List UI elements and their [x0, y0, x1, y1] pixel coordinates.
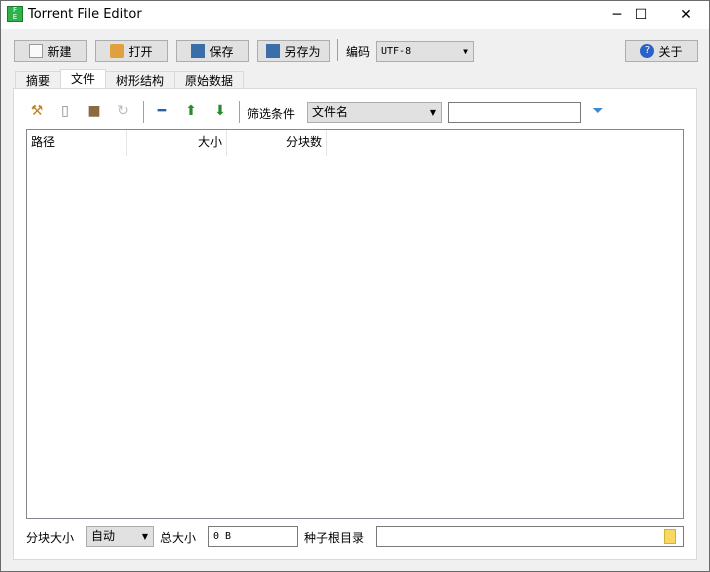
- maximize-button[interactable]: ☐: [618, 1, 664, 29]
- encoding-value: UTF-8: [381, 46, 412, 57]
- save-as-label: 另存为: [284, 44, 321, 59]
- root-dir-label: 种子根目录: [304, 531, 365, 545]
- title-bar: FE Torrent File Editor ─ ☐ ✕: [1, 1, 709, 29]
- refresh-icon[interactable]: ↻: [114, 101, 132, 121]
- filter-field-select[interactable]: 文件名 ▼: [307, 102, 442, 123]
- total-size-field: 0 B: [208, 526, 298, 547]
- add-folder-icon[interactable]: ■: [85, 101, 103, 121]
- piece-size-label: 分块大小: [26, 531, 75, 545]
- about-button[interactable]: ? 关于: [625, 40, 698, 62]
- folder-browse-icon[interactable]: [664, 529, 676, 544]
- about-label: 关于: [658, 44, 683, 59]
- open-button[interactable]: 打开: [95, 40, 168, 62]
- save-label: 保存: [209, 44, 234, 59]
- window-title: Torrent File Editor: [28, 7, 142, 22]
- divider: [337, 39, 338, 61]
- encoding-label: 编码: [346, 45, 371, 59]
- floppy-icon: [191, 44, 206, 58]
- help-icon: ?: [640, 44, 655, 58]
- column-header-pieces[interactable]: 分块数: [227, 130, 327, 156]
- folder-icon: [110, 44, 125, 58]
- move-down-icon[interactable]: ⬇: [211, 101, 229, 121]
- floppy-icon: [266, 44, 281, 58]
- divider: [143, 101, 144, 123]
- hammer-icon[interactable]: ⚒: [28, 101, 46, 121]
- piece-size-value: 自动: [91, 529, 116, 543]
- remove-icon[interactable]: ━: [153, 101, 171, 121]
- document-icon: [29, 44, 44, 58]
- root-dir-field[interactable]: [376, 526, 684, 547]
- app-icon: FE: [7, 6, 23, 22]
- filter-label: 筛选条件: [247, 107, 296, 121]
- filter-icon[interactable]: ⏷: [589, 101, 607, 121]
- chevron-down-icon: ▼: [141, 532, 148, 541]
- piece-size-select[interactable]: 自动 ▼: [86, 526, 154, 547]
- save-button[interactable]: 保存: [176, 40, 249, 62]
- main-window: FE Torrent File Editor ─ ☐ ✕ 新建 打开 保存 另存…: [0, 0, 710, 572]
- total-size-label: 总大小: [160, 531, 197, 545]
- filter-field-value: 文件名: [312, 105, 349, 119]
- encoding-select[interactable]: UTF-8 ▼: [376, 41, 474, 62]
- open-label: 打开: [128, 44, 153, 59]
- divider: [239, 101, 240, 123]
- chevron-down-icon: ▼: [429, 108, 436, 117]
- move-up-icon[interactable]: ⬆: [182, 101, 200, 121]
- filter-input[interactable]: [448, 102, 581, 123]
- column-header-size[interactable]: 大小: [127, 130, 227, 156]
- new-label: 新建: [47, 44, 72, 59]
- save-as-button[interactable]: 另存为: [257, 40, 330, 62]
- new-button[interactable]: 新建: [14, 40, 87, 62]
- add-file-icon[interactable]: ▯: [56, 101, 74, 121]
- tab-files[interactable]: 文件: [60, 69, 107, 90]
- column-header-path[interactable]: 路径: [27, 130, 127, 156]
- tab-bar: 摘要 文件 树形结构 原始数据: [15, 69, 245, 91]
- file-list[interactable]: 路径 大小 分块数: [26, 129, 684, 519]
- close-button[interactable]: ✕: [663, 1, 709, 29]
- chevron-down-icon: ▼: [463, 47, 468, 56]
